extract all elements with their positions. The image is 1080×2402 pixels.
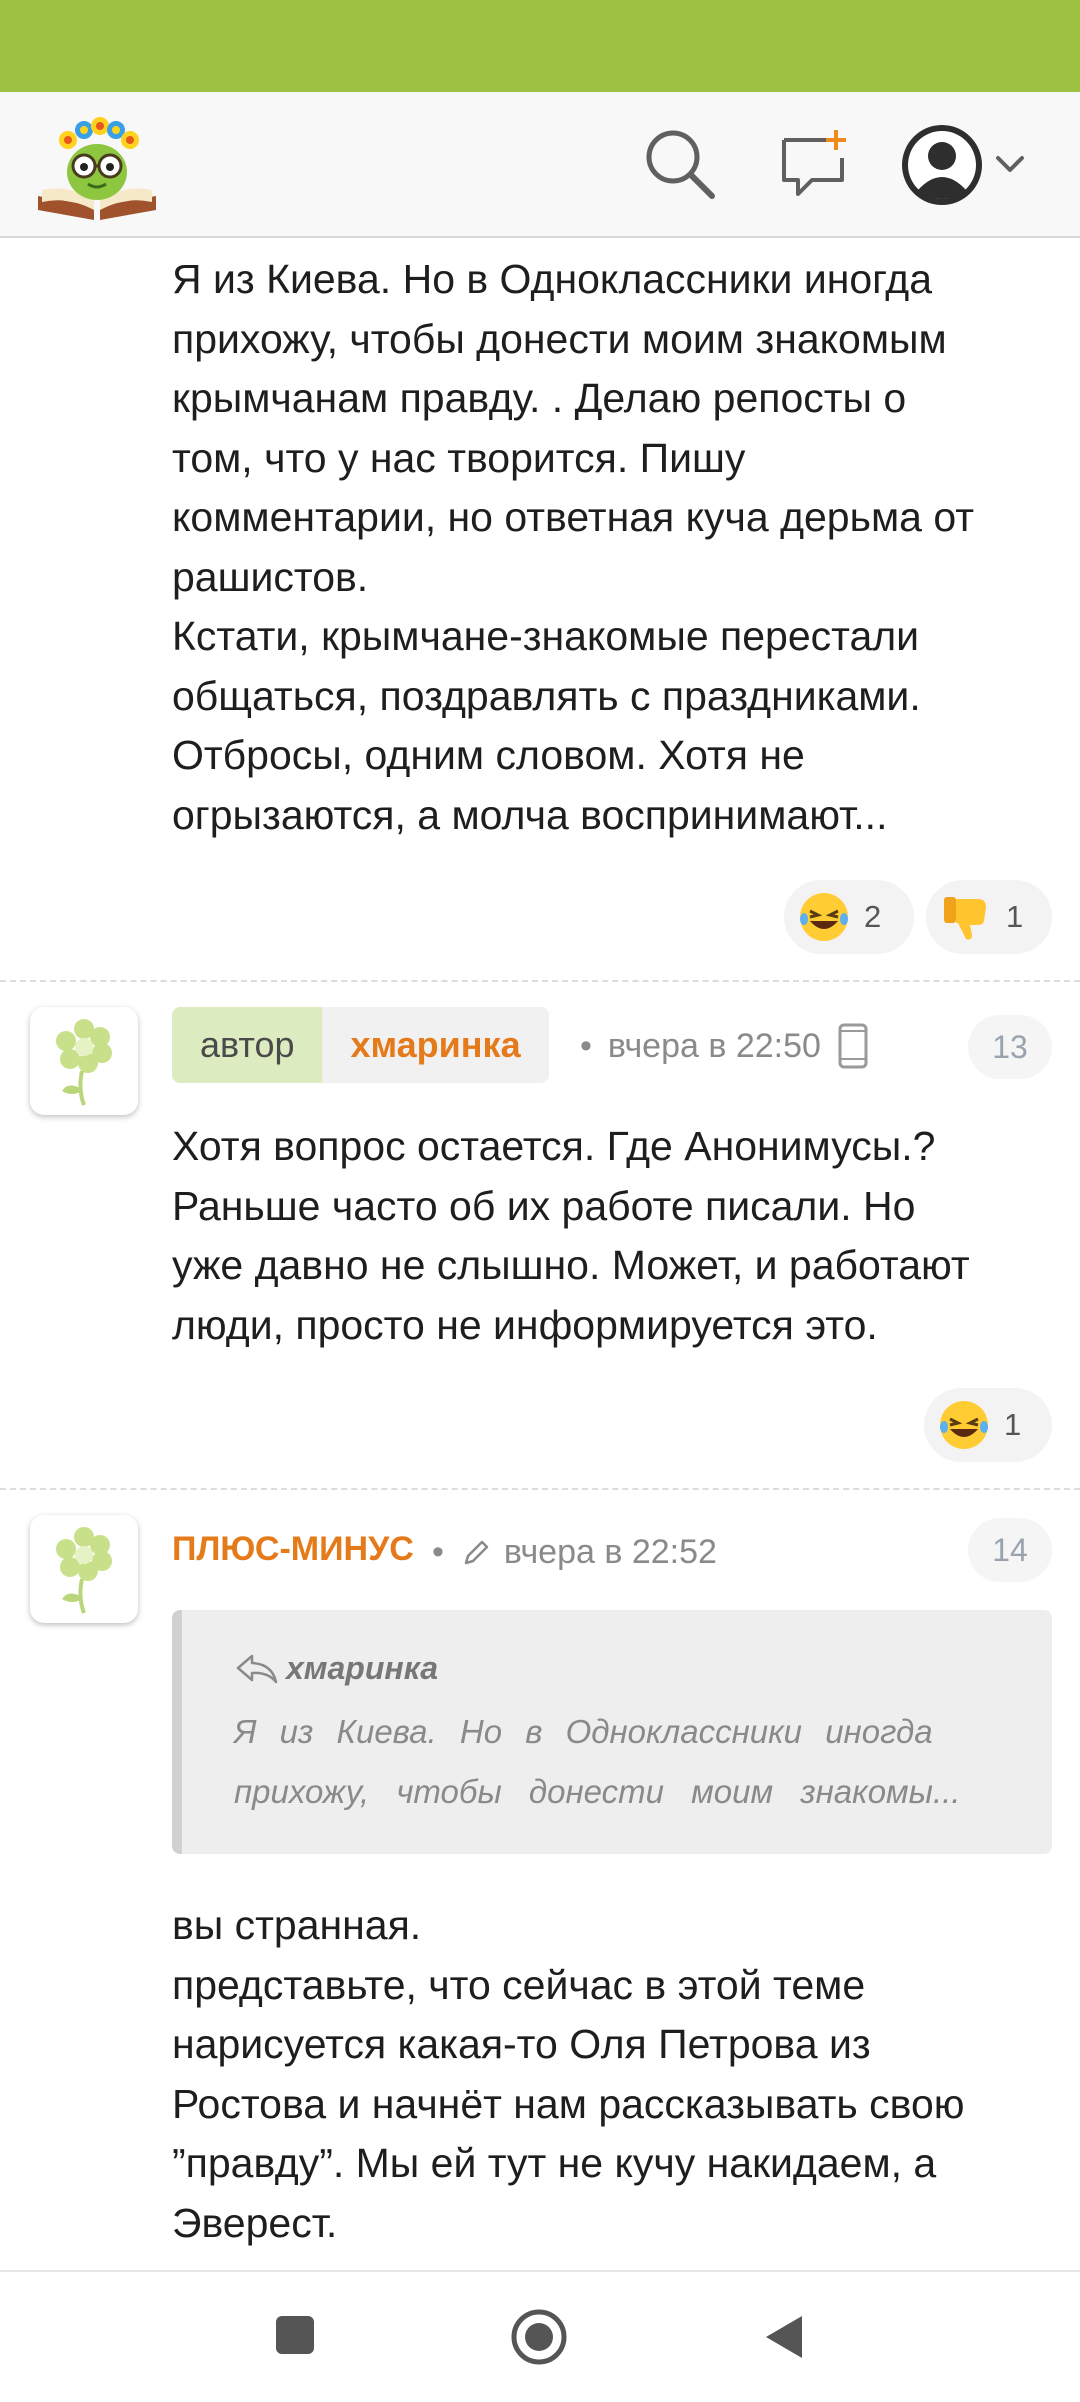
reaction-dislike-button[interactable]: 1 — [926, 880, 1052, 954]
comment-text-line: общаться, поздравлять с праздниками. — [172, 672, 921, 719]
reply-arrow-icon — [236, 1654, 278, 1683]
comment-text-line: представьте, что сейчас в этой теме — [172, 1961, 866, 2008]
status-bar — [0, 0, 1080, 92]
comment-number[interactable]: 14 — [968, 1518, 1052, 1582]
comment-divider — [0, 1488, 1080, 1490]
avatar[interactable] — [30, 1007, 138, 1115]
quote-author-name: хмаринка — [286, 1650, 439, 1686]
reaction-count: 1 — [1004, 1407, 1022, 1442]
new-message-icon[interactable] — [776, 126, 852, 202]
avatar[interactable] — [30, 1515, 138, 1623]
user-menu-button[interactable] — [900, 120, 1030, 210]
flower-avatar-icon — [56, 1527, 112, 1614]
site-logo[interactable] — [34, 110, 160, 222]
comment-time: вчера в 22:52 — [503, 1532, 717, 1571]
comment-text-line: уже давно не слышно. Может, и работают — [172, 1242, 970, 1288]
user-avatar-icon — [902, 125, 982, 205]
search-icon[interactable] — [640, 124, 720, 204]
reaction-count: 1 — [1006, 899, 1024, 934]
comment-body: вы странная. представьте, что сейчас в э… — [172, 1896, 1052, 2253]
comment-meta: • вчера в 22:50 — [580, 1022, 869, 1070]
comment-text-line: люди, просто не информируется это. — [172, 1301, 878, 1348]
comment-text-line: Я из Киева. Но в Одноклассники иногда — [172, 256, 933, 302]
comment-body: Хотя вопрос остается. Где Анонимусы.? Ра… — [172, 1117, 1052, 1355]
comment-text-line: Кстати, крымчане-знакомые перестали — [172, 613, 920, 659]
author-badge[interactable]: автор хмаринка — [172, 1007, 549, 1083]
thumbs-down-emoji-icon — [944, 897, 986, 940]
flower-avatar-icon — [56, 1019, 112, 1106]
pencil-edit-icon — [464, 1540, 489, 1565]
comment-text-line: прихожу, чтобы донести моим знакомым — [172, 315, 947, 362]
comment-text-line: Отбросы, одним словом. Хотя не — [172, 732, 805, 778]
meta-separator: • — [432, 1532, 444, 1571]
chevron-down-icon — [996, 156, 1024, 172]
comment-divider — [0, 980, 1080, 982]
reaction-laugh-button[interactable]: 2 — [784, 880, 914, 954]
username[interactable]: ПЛЮС-МИНУС — [172, 1530, 414, 1569]
meta-separator: • — [580, 1026, 592, 1065]
quote-text: Я из Киева. Но в Одноклассники иногда пр… — [234, 1702, 1014, 1822]
comment-meta: • вчера в 22:52 — [432, 1528, 717, 1576]
comment-text-line: Раньше часто об их работе писали. Но — [172, 1182, 916, 1229]
comment-text-line: нарисуется какая-то Оля Петрова из — [172, 2021, 871, 2067]
reaction-count: 2 — [864, 899, 882, 934]
comment-text-line: Хотя вопрос остается. Где Анонимусы.? — [172, 1123, 936, 1169]
comment-text-line: Эверест. — [172, 2199, 338, 2246]
comment-text-line: крымчанам правду. . Делаю репосты о — [172, 375, 907, 421]
author-role-label: автор — [172, 1007, 323, 1083]
comment-text-line: комментарии, но ответная куча дерьма от — [172, 494, 975, 540]
comment-text-line: том, что у нас творится. Пишу — [172, 434, 746, 481]
reaction-laugh-button[interactable]: 1 — [924, 1388, 1052, 1462]
app-header — [0, 92, 1080, 238]
quote-text-line: Я из Киева. Но в Одноклассники иногда — [234, 1713, 933, 1750]
username[interactable]: хмаринка — [322, 1007, 549, 1083]
recent-apps-icon[interactable] — [274, 2314, 316, 2356]
laughing-emoji-icon — [800, 893, 848, 941]
back-icon[interactable] — [760, 2312, 806, 2362]
comment-text-line: Ростова и начнёт нам рассказывать свою — [172, 2080, 965, 2127]
comment-text-line: рашистов. — [172, 553, 369, 600]
home-icon[interactable] — [510, 2308, 568, 2366]
laughing-emoji-icon — [940, 1401, 988, 1449]
comment-text-line: огрызаются, а молча воспринимают... — [172, 791, 888, 838]
comment-text-line: вы странная. — [172, 1902, 422, 1948]
comment-time: вчера в 22:50 — [607, 1026, 821, 1065]
comment-number[interactable]: 13 — [968, 1015, 1052, 1079]
comment-body: Я из Киева. Но в Одноклассники иногда пр… — [172, 250, 1052, 845]
mobile-device-icon — [838, 1023, 868, 1069]
quote-author: хмаринка — [234, 1650, 438, 1687]
quote-text-line: прихожу, чтобы донести моим знакомы... — [234, 1773, 961, 1810]
system-navigation-bar — [0, 2270, 1080, 2402]
comment-text-line: ”правду”. Мы ей тут не кучу накидаем, а — [172, 2140, 937, 2186]
quote-block[interactable]: хмаринка Я из Киева. Но в Одноклассники … — [172, 1610, 1052, 1854]
